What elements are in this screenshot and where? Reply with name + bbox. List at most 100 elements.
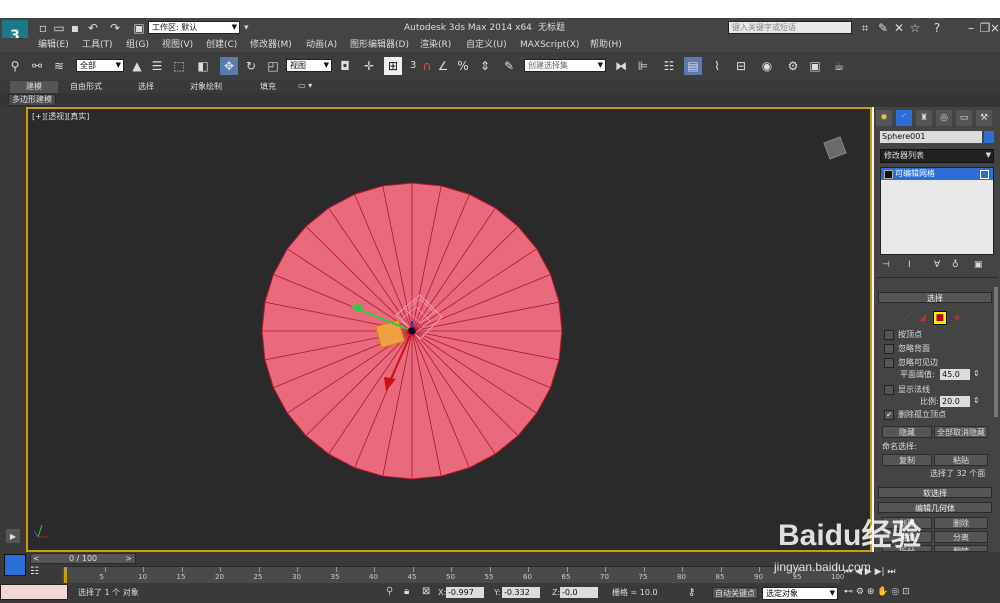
tab-populate[interactable]: 填充 [260, 83, 276, 91]
workspace-dropdown[interactable]: 工作区: 默认 ▼ [148, 21, 240, 34]
help-icon[interactable]: ? [928, 19, 946, 37]
schematic-view-icon[interactable]: ⊟ [732, 57, 750, 75]
select-manipulate-icon[interactable]: ✛ [360, 57, 378, 75]
stack-item-editable-mesh[interactable]: 可编辑网格 [881, 168, 993, 180]
named-selection-dropdown[interactable]: 创建选择集 ▼ [524, 59, 606, 72]
scale-spinner[interactable]: 20.0 [940, 396, 970, 407]
mini-curve-editor-toggle[interactable] [4, 554, 26, 576]
menu-rendering[interactable]: 渲染(R) [420, 41, 451, 50]
tab-modeling[interactable]: 建模 [10, 81, 58, 93]
pan-icon[interactable]: ✋ [877, 587, 888, 597]
edit-geometry-rollout-header[interactable]: 编辑几何体 [878, 502, 992, 513]
graphite-toggle-icon[interactable]: ▤ [684, 57, 702, 75]
menu-create[interactable]: 创建(C) [206, 41, 237, 50]
delete-isolated-option[interactable]: ✔ 删除孤立顶点 [884, 409, 946, 420]
search-field[interactable]: 键入关键字或短语 [728, 21, 852, 34]
unlink-icon[interactable]: ⚯ [28, 57, 46, 75]
orbit-icon[interactable]: ◎ [891, 587, 899, 597]
maxscript-mini-listener[interactable] [0, 584, 68, 600]
go-to-start-icon[interactable]: ⏮ [844, 567, 852, 577]
track-bar[interactable]: 5 10 15 20 25 30 35 40 45 50 55 60 65 70 75 80 85 90 95 100 [62, 566, 844, 583]
workspace-menu-arrow[interactable]: ▾ [244, 24, 249, 33]
rendered-frame-icon[interactable]: ▣ [806, 57, 824, 75]
motion-tab-icon[interactable]: ◎ [936, 110, 952, 126]
maximize-viewport-icon[interactable]: ⊡ [902, 587, 910, 597]
split-button[interactable]: 拆分 [882, 545, 932, 552]
object-name-field[interactable]: Sphere001 [880, 131, 982, 143]
face-mode-icon[interactable]: ◢ [919, 313, 926, 323]
menu-tools[interactable]: 工具(T) [82, 41, 113, 50]
link-icon[interactable]: ⚲ [6, 57, 24, 75]
ribbon-options-icon[interactable]: ▭ ▾ [298, 82, 312, 90]
isolate-icon[interactable]: ⚲ [386, 587, 393, 597]
save-icon[interactable]: ▪ [66, 19, 84, 37]
key-filters-icon[interactable]: ⚙ [856, 587, 864, 597]
select-scale-icon[interactable]: ◰ [264, 57, 282, 75]
absolute-mode-icon[interactable]: ⊠ [422, 587, 430, 597]
tab-freeform[interactable]: 自由形式 [70, 83, 102, 91]
render-production-icon[interactable]: ☕ [830, 57, 848, 75]
menu-group[interactable]: 组(G) [126, 41, 149, 50]
previous-frame-icon[interactable]: ◀ [855, 567, 862, 577]
copy-button[interactable]: 复制 [882, 454, 932, 466]
close-icon[interactable]: × [986, 19, 1000, 37]
curve-editor-icon[interactable]: ⌇ [708, 57, 726, 75]
spinner-snap-icon[interactable]: ⇕ [476, 57, 494, 75]
x-coordinate-field[interactable]: -0.997 [446, 587, 484, 598]
bind-spacewarp-icon[interactable]: ≋ [50, 57, 68, 75]
remove-modifier-icon[interactable]: ♁ [952, 260, 959, 270]
menu-help[interactable]: 帮助(H) [590, 41, 622, 50]
show-normals-option[interactable]: 显示法线 [884, 384, 930, 395]
tab-selection[interactable]: 选择 [138, 83, 154, 91]
pivot-center-icon[interactable]: ◘ [336, 57, 354, 75]
selected-object-dropdown[interactable]: 选定对象 ▼ [762, 587, 838, 600]
spinner-arrows-icon[interactable]: ⇕ [973, 369, 980, 378]
maxscript-listener-icon[interactable]: ▶ [6, 529, 20, 543]
pin-stack-icon[interactable]: ⊣ [882, 260, 890, 270]
select-rotate-icon[interactable]: ↻ [242, 57, 260, 75]
select-object-icon[interactable]: ▲ [128, 57, 146, 75]
modifier-list-dropdown[interactable]: 修改器列表 ▼ [880, 149, 994, 163]
select-move-icon[interactable]: ✥ [220, 57, 238, 75]
polygon-mode-icon[interactable]: ■ [932, 311, 947, 325]
modifier-stack[interactable]: 可编辑网格 [880, 167, 994, 255]
vertex-mode-icon[interactable]: · [890, 313, 893, 323]
by-vertex-option[interactable]: 按顶点 [884, 329, 922, 340]
hide-button[interactable]: 隐藏 [882, 426, 932, 438]
create-button[interactable]: 创建 [882, 517, 932, 529]
window-crossing-icon[interactable]: ◧ [194, 57, 212, 75]
keyboard-shortcut-override-icon[interactable]: ⊞ [384, 57, 402, 75]
flip-button[interactable]: 翻转 [934, 545, 988, 552]
menu-animation[interactable]: 动画(A) [306, 41, 337, 50]
expand-icon[interactable] [884, 170, 893, 179]
menu-modifiers[interactable]: 修改器(M) [250, 41, 292, 50]
next-frame-icon[interactable]: ▶| [875, 567, 885, 577]
delete-button[interactable]: 删除 [934, 517, 988, 529]
align-icon[interactable]: ⊫ [634, 57, 652, 75]
modify-tab-icon[interactable]: ◜ [896, 110, 912, 126]
zoom-icon[interactable]: ⊕ [867, 587, 875, 597]
menu-customize[interactable]: 自定义(U) [466, 41, 507, 50]
star-icon[interactable]: ☆ [906, 19, 924, 37]
menu-edit[interactable]: 编辑(E) [38, 41, 69, 50]
edge-mode-icon[interactable]: ⟋ [904, 313, 910, 323]
scale-spinner-arrows-icon[interactable]: ⇕ [973, 396, 980, 405]
select-by-name-icon[interactable]: ☰ [148, 57, 166, 75]
snap-toggle-label[interactable]: 3 [410, 61, 416, 71]
menu-maxscript[interactable]: MAXScript(X) [520, 41, 579, 50]
percent-snap-icon[interactable]: % [454, 57, 472, 75]
auto-key-button[interactable]: 自动关键点 [712, 587, 758, 599]
ignore-visible-edges-option[interactable]: 忽略可见边 [884, 357, 938, 368]
perspective-viewport[interactable]: [+][透视][真实] [26, 107, 872, 552]
reference-coordinate-dropdown[interactable]: 视图 ▼ [286, 59, 332, 72]
undo-icon[interactable]: ↶ [84, 19, 102, 37]
track-bar-icon[interactable]: ☷ [30, 566, 44, 580]
show-end-result-icon[interactable]: Ⅰ [908, 260, 911, 270]
time-slider[interactable]: < 0 / 100 > [30, 553, 136, 564]
redo-icon[interactable]: ↷ [106, 19, 124, 37]
play-icon[interactable]: ▶ [865, 567, 872, 577]
selection-rollout-header[interactable]: 选择 [878, 292, 992, 303]
render-setup-icon[interactable]: ⚙ [784, 57, 802, 75]
menu-graph-editors[interactable]: 图形编辑器(D) [350, 41, 409, 50]
selection-filter-dropdown[interactable]: 全部 ▼ [76, 59, 124, 72]
